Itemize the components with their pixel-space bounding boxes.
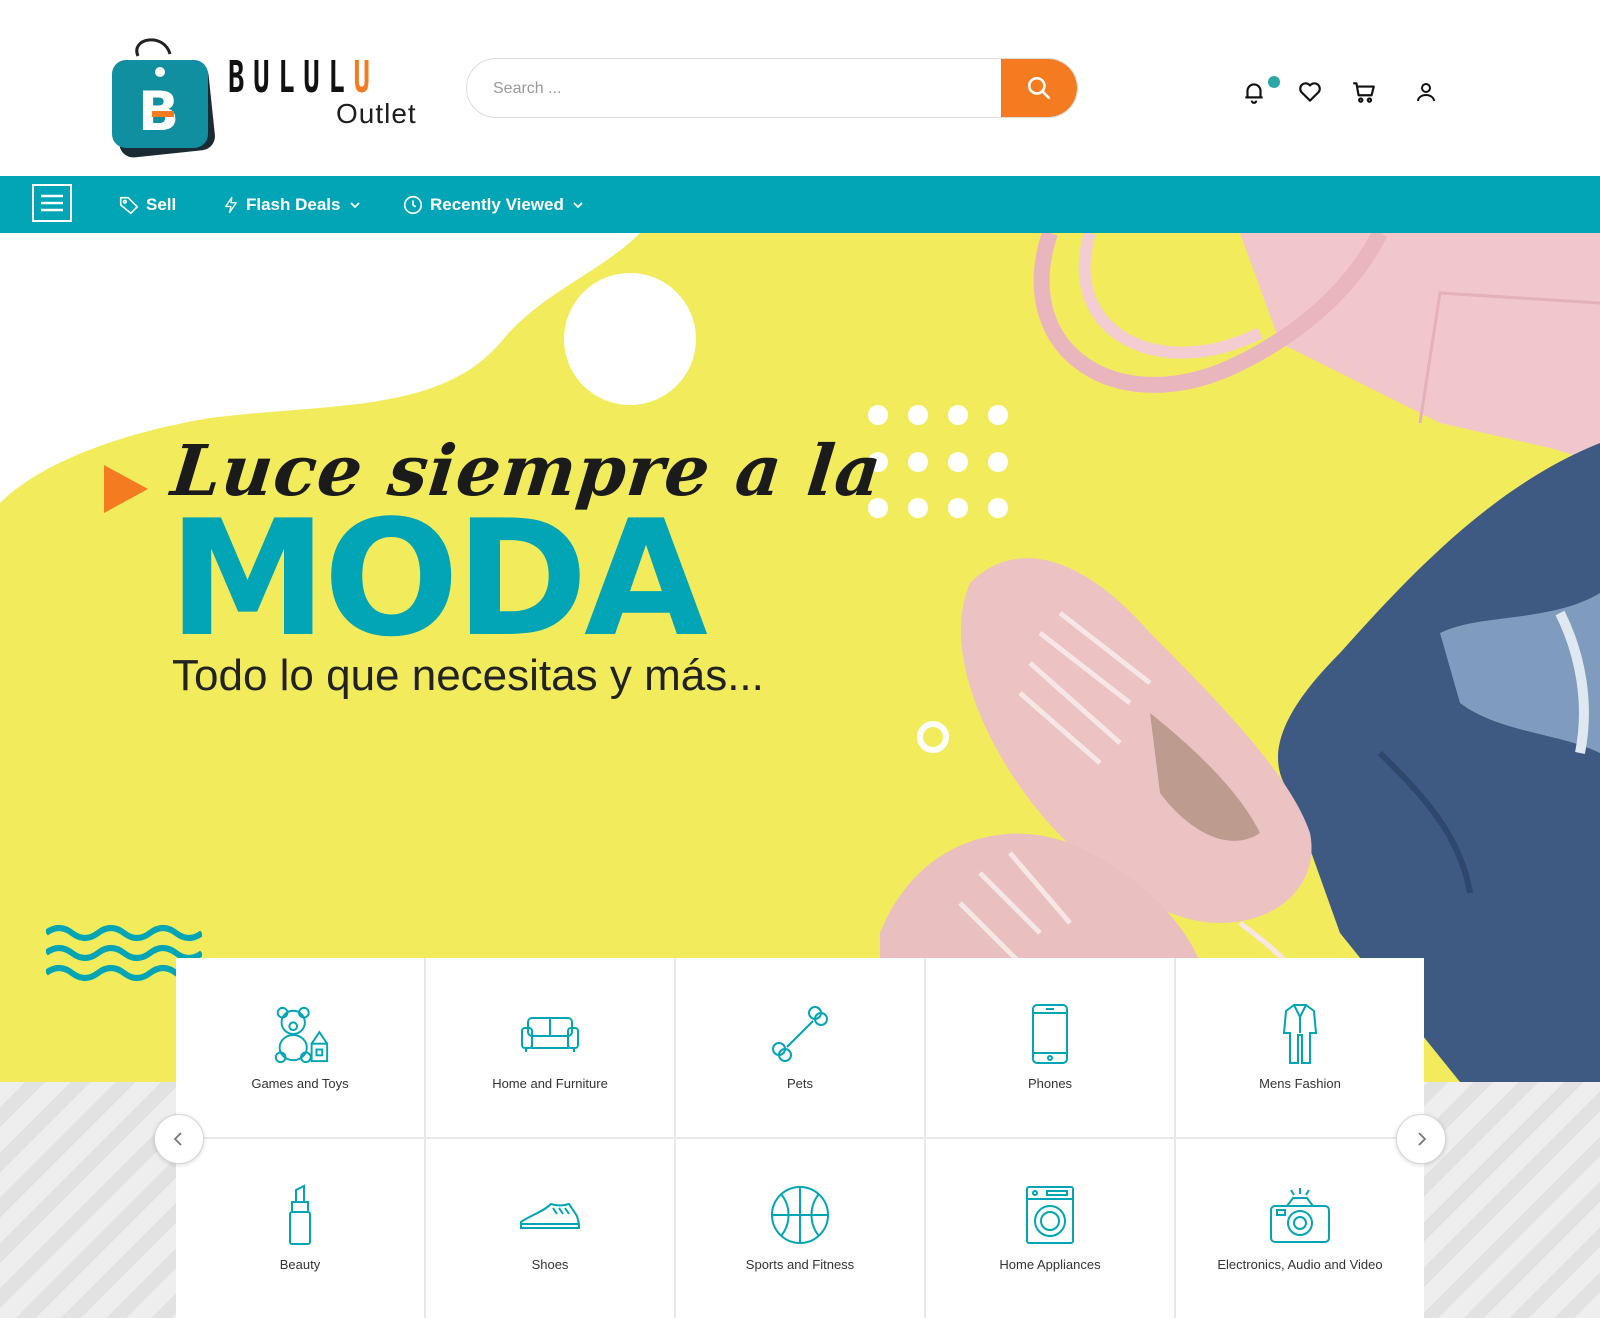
search-bar: [466, 58, 1078, 118]
category-electronics[interactable]: Electronics, Audio and Video: [1176, 1139, 1424, 1318]
category-label: Games and Toys: [251, 1076, 349, 1091]
brand-logo[interactable]: B BULULU Outlet: [100, 8, 430, 158]
site-header: B BULULU Outlet: [0, 0, 1600, 176]
decor-circle: [564, 273, 696, 405]
category-label: Pets: [786, 1076, 813, 1091]
suit-icon: [1282, 1004, 1318, 1064]
brand-wordmark: BULULU: [228, 52, 379, 103]
category-shoes[interactable]: Shoes: [426, 1139, 674, 1318]
user-icon: [1417, 83, 1435, 102]
ball-icon: [771, 1186, 829, 1244]
category-label: Shoes: [531, 1257, 569, 1272]
search-icon: [1027, 76, 1051, 100]
hero-subtitle: Todo lo que necesitas y más...: [172, 651, 764, 700]
category-beauty[interactable]: Beauty: [176, 1139, 424, 1318]
category-label: Beauty: [279, 1257, 321, 1272]
bell-icon: [1245, 83, 1263, 104]
category-home-appliances[interactable]: Home Appliances: [926, 1139, 1174, 1318]
nav-flash-deals[interactable]: Flash Deals: [222, 176, 361, 233]
menu-button[interactable]: [32, 184, 72, 222]
category-label: Mens Fashion: [1259, 1076, 1341, 1091]
heart-icon: [1299, 82, 1321, 102]
bone-icon: [772, 1006, 828, 1062]
phone-icon: [1032, 1004, 1068, 1064]
carousel-prev-button[interactable]: [154, 1114, 204, 1164]
chevron-right-icon: [1418, 1132, 1427, 1146]
account-button[interactable]: [1412, 78, 1440, 106]
category-sports-and-fitness[interactable]: Sports and Fitness: [676, 1139, 924, 1318]
category-home-and-furniture[interactable]: Home and Furniture: [426, 958, 674, 1137]
category-phones[interactable]: Phones: [926, 958, 1174, 1137]
tag-icon: [119, 196, 139, 214]
sofa-icon: [521, 1017, 579, 1052]
camera-icon: [1270, 1188, 1330, 1243]
search-button[interactable]: [1001, 59, 1077, 117]
search-input[interactable]: [491, 59, 955, 117]
category-label: Sports and Fitness: [745, 1257, 855, 1272]
hero-title: MODA: [168, 485, 708, 672]
brand-subtitle: Outlet: [336, 98, 417, 129]
chevron-left-icon: [173, 1132, 182, 1146]
bolt-icon: [225, 196, 237, 213]
washing-machine-icon: [1026, 1186, 1074, 1244]
category-label: Electronics, Audio and Video: [1217, 1257, 1383, 1272]
category-mens-fashion[interactable]: Mens Fashion: [1176, 958, 1424, 1137]
hamburger-icon: [41, 194, 63, 212]
cart-icon: [1353, 82, 1375, 103]
category-label: Phones: [1027, 1076, 1073, 1091]
category-label: Home Appliances: [999, 1257, 1101, 1272]
lipstick-icon: [289, 1184, 311, 1245]
wishlist-button[interactable]: [1296, 78, 1324, 106]
teddy-bear-icon: [274, 1006, 329, 1064]
nav-sell[interactable]: Sell: [118, 176, 176, 233]
category-label: Home and Furniture: [492, 1076, 608, 1091]
chevron-down-icon: [349, 201, 360, 208]
logo-tag-icon: B: [112, 38, 215, 158]
category-pets[interactable]: Pets: [676, 958, 924, 1137]
chevron-down-icon: [573, 201, 583, 208]
category-grid: Games and Toys Home and Furniture Pets P…: [176, 958, 1424, 1318]
fashion-products-image: [880, 233, 1600, 1082]
clock-icon: [403, 195, 423, 214]
hero-banner[interactable]: Luce siempre a la MODA Todo lo que neces…: [0, 233, 1600, 1082]
play-triangle-decor: [104, 465, 148, 513]
sneaker-icon: [520, 1202, 581, 1229]
carousel-next-button[interactable]: [1396, 1114, 1446, 1164]
nav-recently-viewed[interactable]: Recently Viewed: [402, 176, 584, 233]
notification-badge: [1268, 76, 1280, 88]
category-games-and-toys[interactable]: Games and Toys: [176, 958, 424, 1137]
notifications-button[interactable]: [1240, 78, 1268, 106]
main-nav: Sell Flash Deals Recently Viewed: [0, 176, 1600, 233]
cart-button[interactable]: [1350, 78, 1378, 106]
